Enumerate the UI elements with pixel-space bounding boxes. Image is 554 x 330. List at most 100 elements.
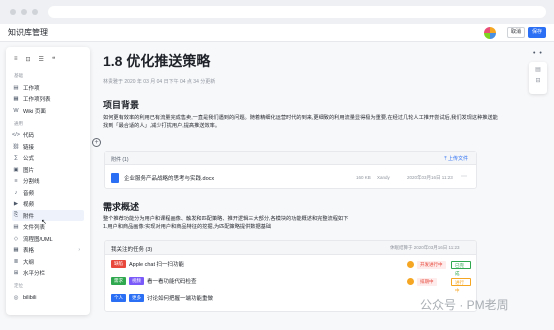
chevron-right-icon: ›	[78, 247, 80, 253]
watermark: 公众号 · PM老周	[420, 298, 509, 312]
menu-item-outline[interactable]: ≣ 大纲	[12, 256, 84, 267]
menu-item-file-list[interactable]: ▤ 文件列表	[12, 222, 84, 233]
menu-item-label: 代码	[23, 133, 35, 139]
outline-icon: ≣	[13, 258, 19, 265]
audio-icon: ♪	[14, 189, 18, 196]
window-controls	[10, 9, 38, 15]
requirements-line-2: 1.用户和商品画像:实现对用户和商品特征的挖掘,为匹配策略提供数据基础	[103, 224, 272, 230]
app-header: 知识库管理 取消 保存	[0, 24, 554, 42]
outline-icon[interactable]: ▤	[529, 66, 547, 73]
menu-item-label: 工作项	[23, 85, 40, 92]
add-block-icon[interactable]: +	[92, 138, 101, 147]
user-avatar[interactable]	[484, 27, 496, 39]
menu-item-label: 图片	[23, 167, 35, 174]
menu-item-label: 公式	[23, 156, 35, 162]
attachment-icon: ⎘	[13, 212, 19, 218]
menu-item-attachment[interactable]: ⎘ 附件	[12, 210, 84, 221]
quote-icon[interactable]: ❝	[52, 56, 55, 63]
list-icon[interactable]: ≡	[14, 56, 18, 63]
page-title: 1.8 优化推送策略	[103, 53, 211, 69]
save-button[interactable]: 保存	[528, 27, 546, 38]
task-status-badge: 开发进行中	[417, 261, 446, 269]
menu-group-label: 定位	[14, 283, 23, 288]
insert-block-menu: ≡ ⊡ ☰ ❝ 基础 ▤ 工作项 ▦ 工作项列表 W Wiki 页面 通用 </> 代码 ⛓ 链接 ∑ 公…	[6, 47, 90, 315]
menu-item-label: 视频	[23, 202, 35, 208]
menu-item-label: 水平分栏	[23, 271, 46, 277]
work-item-list-icon: ▦	[13, 96, 19, 102]
menu-item-audio[interactable]: ♪ 音频	[12, 187, 84, 198]
update-meta: 林贵雅于 2020 年 03 月 04 日下午 04 点 34 分更新	[103, 79, 216, 85]
divider-icon: ≡	[14, 178, 18, 184]
task-category-badge: 视频	[129, 277, 144, 285]
menu-item-columns[interactable]: ⊞ 水平分栏	[12, 268, 84, 279]
upload-button[interactable]: ⤒ 上传文件	[444, 155, 468, 162]
menu-item-label: Wiki 页面	[23, 108, 46, 115]
tasks-sync-time: 休眠结算于 2020年03月16日 11:23	[390, 245, 460, 250]
menu-item-video[interactable]: ▶ 视频	[12, 199, 84, 210]
menu-item-table[interactable]: ▦ 表格 ›	[12, 245, 84, 256]
task-title[interactable]: 看一看功能代码检查	[147, 277, 197, 285]
file-uploader: Xandy	[377, 175, 390, 180]
task-title[interactable]: Apple chat 扫一扫功能	[129, 260, 184, 268]
menu-item-label: 流程图/UML	[23, 236, 53, 243]
attachment-block: 附件 (1) ⤒ 上传文件 企业服务产品战略的思考与实践.docx 160 KB…	[104, 151, 477, 189]
menu-item-code[interactable]: </> 代码	[12, 130, 84, 141]
menu-group-label: 通用	[14, 120, 23, 126]
flowchart-icon: ◇	[13, 235, 19, 242]
menu-item-link[interactable]: ⛓ 链接	[12, 141, 84, 152]
cancel-button[interactable]: 取消	[507, 27, 525, 38]
task-status-badge: 排期中	[417, 278, 437, 286]
wiki-page-icon: W	[13, 107, 19, 114]
menu-item-work-item[interactable]: ▤ 工作项	[12, 82, 84, 93]
checklist-icon[interactable]: ⊡	[26, 56, 31, 63]
mouse-cursor-icon: ↖	[41, 219, 47, 226]
file-date: 2020年03月16日 11:23	[407, 175, 453, 180]
file-list-icon: ▤	[13, 224, 19, 230]
file-size: 160 KB	[356, 175, 371, 180]
assignee-avatar	[407, 261, 414, 268]
document-file-icon	[111, 173, 119, 183]
upload-label: 上传文件	[447, 156, 468, 162]
menu-item-wiki-page[interactable]: W Wiki 页面	[12, 105, 84, 116]
comment-icon[interactable]: ⊟	[529, 77, 547, 84]
more-options-icon[interactable]: • •	[533, 50, 543, 57]
file-name[interactable]: 企业服务产品战略的思考与实践.docx	[124, 174, 214, 182]
tasks-header: 我关注的任务 (3) 休眠结算于 2020年03月16日 11:23	[105, 241, 476, 255]
task-type-badge: 个人	[111, 294, 126, 302]
menu-item-image[interactable]: ▣ 图片	[12, 164, 84, 175]
task-category-badge: 更多	[129, 294, 144, 302]
menu-item-formula[interactable]: ∑ 公式	[12, 153, 84, 164]
tasks-title: 我关注的任务 (3)	[111, 247, 153, 253]
app-title: 知识库管理	[8, 28, 48, 37]
menu-item-label: 大纲	[23, 259, 35, 266]
task-state-badge: 已完成	[451, 261, 471, 276]
file-row[interactable]: 企业服务产品战略的思考与实践.docx 160 KB Xandy 2020年03…	[111, 172, 471, 184]
ordered-list-icon[interactable]: ☰	[39, 56, 44, 63]
task-title[interactable]: 讨论如何把握一端功能重做	[147, 294, 213, 302]
columns-icon: ⊞	[13, 270, 19, 276]
menu-item-label: bilibili	[23, 294, 37, 301]
video-icon: ▶	[13, 201, 19, 207]
address-bar[interactable]	[48, 6, 546, 18]
task-type-badge: 需求	[111, 277, 126, 285]
side-tools-panel: ▤ ⊟	[529, 62, 547, 94]
task-row[interactable]: 个人 更多 讨论如何把握一端功能重做	[111, 294, 471, 306]
work-item-icon: ▤	[13, 84, 19, 91]
link-icon: ⛓	[12, 143, 20, 150]
menu-item-label: 音频	[23, 190, 35, 197]
formula-icon: ∑	[14, 155, 18, 161]
menu-item-work-item-list[interactable]: ▦ 工作项列表	[12, 94, 84, 105]
task-row[interactable]: 需求 视频 看一看功能代码检查 排期中 进行中	[111, 277, 471, 293]
menu-item-label: 分割线	[23, 179, 40, 185]
section-heading-requirements: 需求概述	[103, 202, 140, 212]
menu-item-label: 链接	[23, 144, 35, 151]
menu-group-label: 基础	[14, 73, 23, 78]
menu-item-flowchart[interactable]: ◇ 流程图/UML	[12, 233, 84, 244]
menu-item-divider[interactable]: ≡ 分割线	[12, 176, 84, 187]
more-icon[interactable]: ⋯	[461, 173, 467, 180]
image-icon: ▣	[13, 166, 19, 173]
task-row[interactable]: 缺陷 Apple chat 扫一扫功能 开发进行中 已完成	[111, 260, 471, 276]
menu-item-bilibili[interactable]: ◎ bilibili	[12, 292, 84, 303]
attachment-header: 附件 (1) ⤒ 上传文件	[105, 152, 476, 165]
task-type-badge: 缺陷	[111, 260, 126, 268]
